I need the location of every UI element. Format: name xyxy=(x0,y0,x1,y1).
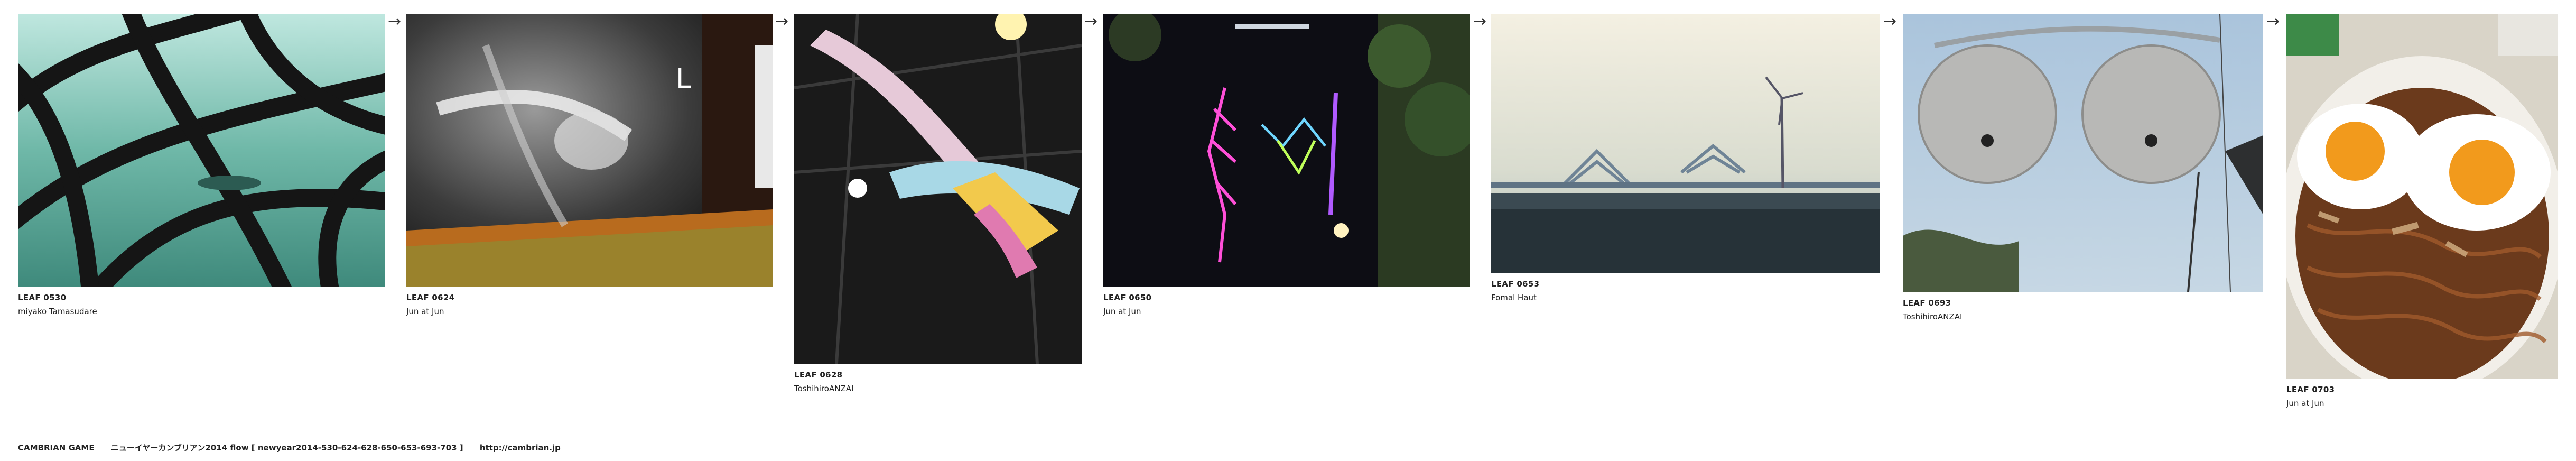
leaf-author[interactable]: Jun at Jun xyxy=(2286,399,2324,408)
flow-arrow-icon: → xyxy=(1883,12,1897,31)
leaf-photo[interactable] xyxy=(18,14,385,287)
leaf-photo[interactable] xyxy=(2286,14,2558,379)
leaf-author[interactable]: miyako Tamasudare xyxy=(18,307,97,316)
leaf-title[interactable]: LEAF 0628 xyxy=(794,370,842,380)
leaf-photo[interactable] xyxy=(1491,14,1880,273)
site-link[interactable]: http://cambrian.jp xyxy=(480,443,561,453)
leaf-photo[interactable]: L xyxy=(406,14,773,287)
leaf-photo[interactable] xyxy=(1903,14,2263,292)
leaf-author[interactable]: Jun at Jun xyxy=(406,307,444,316)
leaf-title[interactable]: LEAF 0530 xyxy=(18,293,66,302)
leaf-photo[interactable] xyxy=(1103,14,1470,287)
leaf-title[interactable]: LEAF 0650 xyxy=(1103,293,1151,302)
leaf-author[interactable]: ToshihiroANZAI xyxy=(794,384,853,393)
flow-arrow-icon: → xyxy=(388,12,402,31)
leaf-title[interactable]: LEAF 0624 xyxy=(406,293,454,302)
footer: CAMBRIAN GAME ニューイヤーカンブリアン2014 flow [ ne… xyxy=(18,442,574,453)
flow-arrow-icon: → xyxy=(1473,12,1487,31)
leaf-author[interactable]: Fomal Haut xyxy=(1491,293,1537,302)
leaf-title[interactable]: LEAF 0703 xyxy=(2286,385,2335,394)
flow-arrow-icon: → xyxy=(2266,12,2280,31)
flow-description: ニューイヤーカンブリアン2014 flow [ newyear2014-530-… xyxy=(110,443,463,453)
flow-arrow-icon: → xyxy=(1084,12,1098,31)
brand-name[interactable]: CAMBRIAN GAME xyxy=(18,443,95,453)
flow-arrow-icon: → xyxy=(775,12,789,31)
svg-text:L: L xyxy=(676,63,691,95)
leaf-author[interactable]: ToshihiroANZAI xyxy=(1903,312,1962,321)
leaf-author[interactable]: Jun at Jun xyxy=(1103,307,1141,316)
leaf-title[interactable]: LEAF 0693 xyxy=(1903,298,1951,308)
leaf-photo[interactable] xyxy=(794,14,1082,364)
leaf-title[interactable]: LEAF 0653 xyxy=(1491,279,1539,289)
